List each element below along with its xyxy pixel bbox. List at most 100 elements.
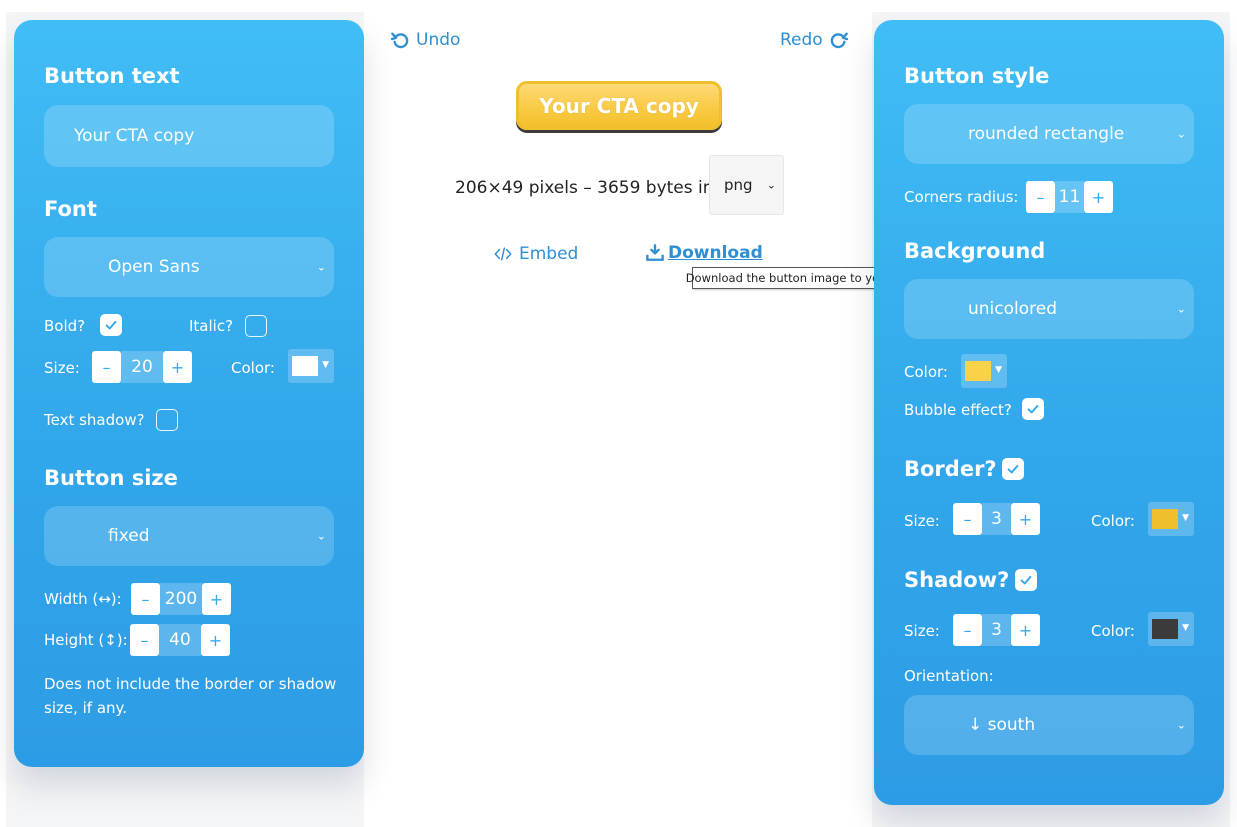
bold-label: Bold? bbox=[44, 317, 86, 335]
check-icon bbox=[1027, 404, 1039, 414]
border-size-stepper: – 3 + bbox=[953, 503, 1040, 535]
bg-color-swatch bbox=[965, 361, 991, 381]
corners-radius-decrease-button[interactable]: – bbox=[1026, 181, 1055, 213]
style-settings-panel: Button style rounded rectangle ⌄ Corners… bbox=[874, 20, 1224, 805]
corners-radius-stepper: – 11 + bbox=[1026, 181, 1113, 213]
height-decrease-button[interactable]: – bbox=[130, 624, 159, 656]
width-increase-button[interactable]: + bbox=[202, 583, 231, 615]
shadow-size-stepper: – 3 + bbox=[953, 614, 1040, 646]
font-size-stepper: – 20 + bbox=[92, 351, 192, 383]
check-icon bbox=[1020, 575, 1032, 585]
text-color-swatch bbox=[292, 356, 318, 376]
embed-link[interactable]: Embed bbox=[494, 244, 578, 264]
border-color-picker[interactable]: ▼ bbox=[1148, 502, 1194, 536]
cta-button-preview: Your CTA copy bbox=[516, 81, 722, 130]
text-settings-panel: Button text Your CTA copy Font Open Sans… bbox=[14, 20, 364, 767]
dropdown-arrow-icon: ▼ bbox=[995, 365, 1002, 375]
width-label: Width (↔): bbox=[44, 590, 122, 608]
orientation-value: ↓ south bbox=[968, 715, 1036, 735]
border-color-label: Color: bbox=[1091, 512, 1135, 530]
redo-button[interactable]: Redo bbox=[780, 30, 848, 50]
border-checkbox[interactable] bbox=[1002, 458, 1024, 480]
corners-radius-increase-button[interactable]: + bbox=[1084, 181, 1113, 213]
button-text-heading: Button text bbox=[44, 64, 180, 88]
shadow-color-swatch bbox=[1152, 619, 1178, 639]
button-style-heading: Button style bbox=[904, 64, 1050, 88]
chevron-down-icon: ⌄ bbox=[316, 260, 326, 274]
button-text-value: Your CTA copy bbox=[74, 126, 195, 146]
download-icon bbox=[646, 244, 664, 261]
orientation-select[interactable]: ↓ south ⌄ bbox=[904, 695, 1194, 755]
text-shadow-label: Text shadow? bbox=[44, 411, 145, 429]
button-text-input[interactable]: Your CTA copy bbox=[44, 105, 334, 167]
bold-checkbox[interactable] bbox=[100, 314, 122, 336]
embed-label: Embed bbox=[519, 244, 579, 264]
height-value[interactable]: 40 bbox=[159, 624, 201, 656]
shadow-heading: Shadow? bbox=[904, 568, 1010, 592]
download-link[interactable]: Download bbox=[646, 243, 763, 263]
corners-radius-label: Corners radius: bbox=[904, 188, 1019, 206]
width-value[interactable]: 200 bbox=[160, 583, 202, 615]
image-info-text: 206×49 pixels – 3659 bytes in bbox=[455, 178, 714, 198]
chevron-down-icon: ⌄ bbox=[1176, 718, 1186, 732]
button-style-value: rounded rectangle bbox=[968, 124, 1125, 144]
font-size-label: Size: bbox=[44, 359, 80, 377]
height-increase-button[interactable]: + bbox=[201, 624, 230, 656]
text-shadow-checkbox[interactable] bbox=[156, 409, 178, 431]
dropdown-arrow-icon: ▼ bbox=[1182, 623, 1189, 633]
italic-checkbox[interactable] bbox=[245, 315, 267, 337]
button-style-select[interactable]: rounded rectangle ⌄ bbox=[904, 104, 1194, 164]
font-size-decrease-button[interactable]: – bbox=[92, 351, 121, 383]
shadow-size-label: Size: bbox=[904, 622, 940, 640]
width-stepper: – 200 + bbox=[131, 583, 231, 615]
shadow-checkbox[interactable] bbox=[1015, 569, 1037, 591]
chevron-down-icon: ⌄ bbox=[1176, 302, 1186, 316]
check-icon bbox=[105, 320, 117, 330]
background-value: unicolored bbox=[968, 299, 1058, 319]
text-color-picker[interactable]: ▼ bbox=[288, 349, 334, 383]
font-size-increase-button[interactable]: + bbox=[163, 351, 192, 383]
shadow-size-increase-button[interactable]: + bbox=[1011, 614, 1040, 646]
font-size-value[interactable]: 20 bbox=[121, 351, 163, 383]
shadow-color-picker[interactable]: ▼ bbox=[1148, 612, 1194, 646]
format-select[interactable]: png ⌄ bbox=[709, 155, 784, 215]
size-note: Does not include the border or shadow si… bbox=[44, 675, 337, 717]
font-heading: Font bbox=[44, 197, 97, 221]
format-select-value: png bbox=[724, 176, 753, 194]
border-size-label: Size: bbox=[904, 512, 940, 530]
dropdown-arrow-icon: ▼ bbox=[1182, 513, 1189, 523]
button-size-select[interactable]: fixed ⌄ bbox=[44, 506, 334, 566]
italic-label: Italic? bbox=[189, 317, 234, 335]
undo-button[interactable]: Undo bbox=[391, 30, 460, 50]
check-icon bbox=[1007, 464, 1019, 474]
bg-color-picker[interactable]: ▼ bbox=[961, 354, 1007, 388]
border-heading: Border? bbox=[904, 457, 997, 481]
text-color-label: Color: bbox=[231, 359, 275, 377]
cta-button-text: Your CTA copy bbox=[539, 93, 699, 118]
border-size-increase-button[interactable]: + bbox=[1011, 503, 1040, 535]
font-select-value: Open Sans bbox=[108, 257, 200, 277]
undo-label: Undo bbox=[416, 30, 461, 50]
corners-radius-value[interactable]: 11 bbox=[1055, 181, 1084, 213]
orientation-label: Orientation: bbox=[904, 667, 994, 685]
background-select[interactable]: unicolored ⌄ bbox=[904, 279, 1194, 339]
dropdown-arrow-icon: ▼ bbox=[322, 360, 329, 370]
font-select[interactable]: Open Sans ⌄ bbox=[44, 237, 334, 297]
bubble-effect-checkbox[interactable] bbox=[1022, 398, 1044, 420]
background-heading: Background bbox=[904, 239, 1046, 263]
preview-area bbox=[364, 12, 872, 827]
shadow-color-label: Color: bbox=[1091, 622, 1135, 640]
shadow-size-decrease-button[interactable]: – bbox=[953, 614, 982, 646]
bubble-effect-label: Bubble effect? bbox=[904, 401, 1012, 419]
button-size-value: fixed bbox=[108, 526, 150, 546]
download-label: Download bbox=[668, 243, 763, 263]
chevron-down-icon: ⌄ bbox=[1176, 127, 1186, 141]
border-size-decrease-button[interactable]: – bbox=[953, 503, 982, 535]
border-size-value[interactable]: 3 bbox=[982, 503, 1011, 535]
code-icon bbox=[494, 247, 512, 261]
width-decrease-button[interactable]: – bbox=[131, 583, 160, 615]
button-size-heading: Button size bbox=[44, 466, 178, 490]
bg-color-label: Color: bbox=[904, 363, 948, 381]
redo-label: Redo bbox=[780, 30, 823, 50]
shadow-size-value[interactable]: 3 bbox=[982, 614, 1011, 646]
